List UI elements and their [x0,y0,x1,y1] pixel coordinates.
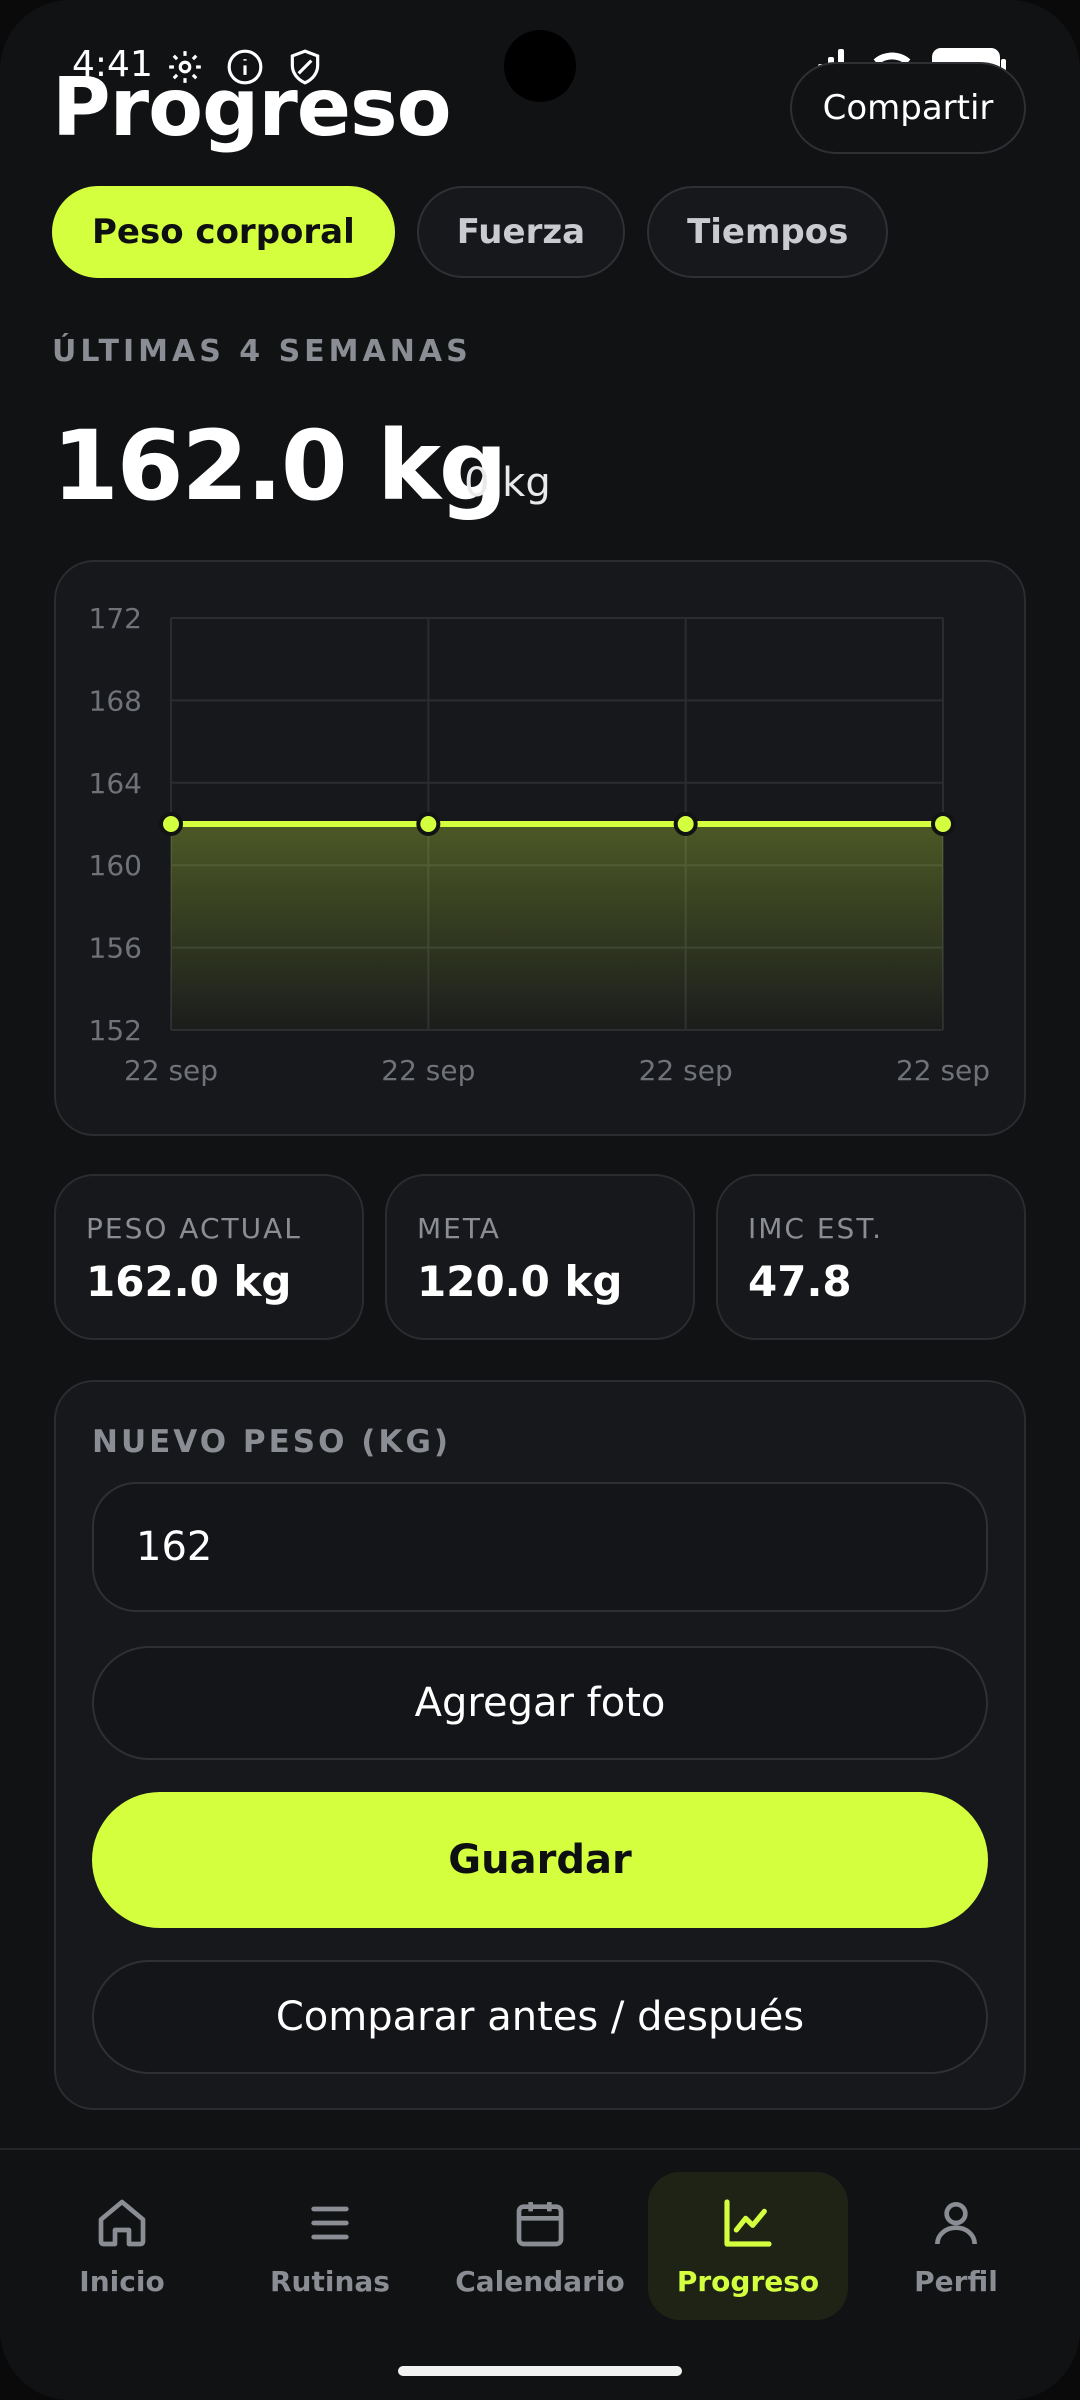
compare-before-after-button[interactable]: Comparar antes / después [92,1960,988,2074]
share-button[interactable]: Compartir [790,62,1026,154]
bottom-navigation: Inicio Rutinas Calendario Progreso Perfi… [0,2148,1080,2400]
nav-item-label: Rutinas [270,2264,390,2298]
app-screen: 4:41 Progreso Compartir Peso corporal Fu… [0,0,1080,2400]
x-tick-label: 22 sep [124,1054,218,1087]
add-photo-button[interactable]: Agregar foto [92,1646,988,1760]
nav-item-rutinas[interactable]: Rutinas [230,2172,430,2320]
list-icon [311,2206,349,2239]
nav-item-inicio[interactable]: Inicio [22,2172,222,2320]
tab-body-weight[interactable]: Peso corporal [52,186,395,278]
stat-value: 47.8 [748,1257,852,1306]
page-title: Progreso [52,61,452,154]
y-tick-label: 160 [89,849,142,882]
weight-change: 0 kg [464,460,551,506]
chart-icon [724,2198,772,2247]
metric-tabs: Peso corporal Fuerza Tiempos [52,186,889,278]
y-tick-label: 164 [89,767,142,800]
new-weight-label: NUEVO PESO (KG) [92,1424,452,1460]
data-point [673,812,698,836]
data-point [416,812,441,836]
stat-value: 120.0 kg [417,1257,623,1306]
x-tick-label: 22 sep [639,1054,733,1087]
stat-goal: META 120.0 kg [385,1174,695,1340]
y-tick-label: 172 [89,602,142,635]
series-area [171,824,943,1030]
period-label: ÚLTIMAS 4 SEMANAS [52,334,472,369]
x-tick-label: 22 sep [381,1054,475,1087]
data-point [931,812,955,836]
weight-chart-card: 172 168 164 160 156 152 22 sep 22 sep 22 sep 22 s… [54,560,1026,1136]
data-point [159,812,183,836]
nav-item-perfil[interactable]: Perfil [856,2172,1056,2320]
stat-label: IMC EST. [748,1212,884,1245]
stat-label: PESO ACTUAL [86,1212,302,1245]
front-camera [504,30,576,102]
nav-item-calendario[interactable]: Calendario [440,2172,640,2320]
nav-item-label: Perfil [914,2264,998,2298]
y-tick-label: 152 [89,1014,142,1047]
save-button[interactable]: Guardar [92,1792,988,1928]
home-indicator [398,2366,682,2376]
x-tick-label: 22 sep [896,1054,990,1087]
stat-bmi: IMC EST. 47.8 [716,1174,1026,1340]
nav-item-progreso[interactable]: Progreso [648,2172,848,2320]
calendar-icon [516,2201,564,2246]
tab-times[interactable]: Tiempos [647,186,889,278]
stat-value: 162.0 kg [86,1257,292,1306]
user-icon [935,2201,977,2244]
new-weight-form: NUEVO PESO (KG) Agregar foto Guardar Com… [54,1380,1026,2110]
nav-item-label: Inicio [79,2264,165,2298]
nav-item-label: Calendario [455,2264,625,2298]
y-tick-label: 168 [89,684,142,717]
tab-strength[interactable]: Fuerza [416,186,626,278]
new-weight-input[interactable] [92,1482,988,1612]
stat-current-weight: PESO ACTUAL 162.0 kg [54,1174,364,1340]
y-tick-label: 156 [89,932,142,965]
current-weight-display: 162.0 kg [52,410,508,522]
nav-item-label: Progreso [676,2264,820,2298]
home-icon [98,2199,146,2246]
weight-chart: 172 168 164 160 156 152 22 sep 22 sep 22 sep 22 s… [89,602,991,1087]
stat-label: META [417,1212,501,1245]
